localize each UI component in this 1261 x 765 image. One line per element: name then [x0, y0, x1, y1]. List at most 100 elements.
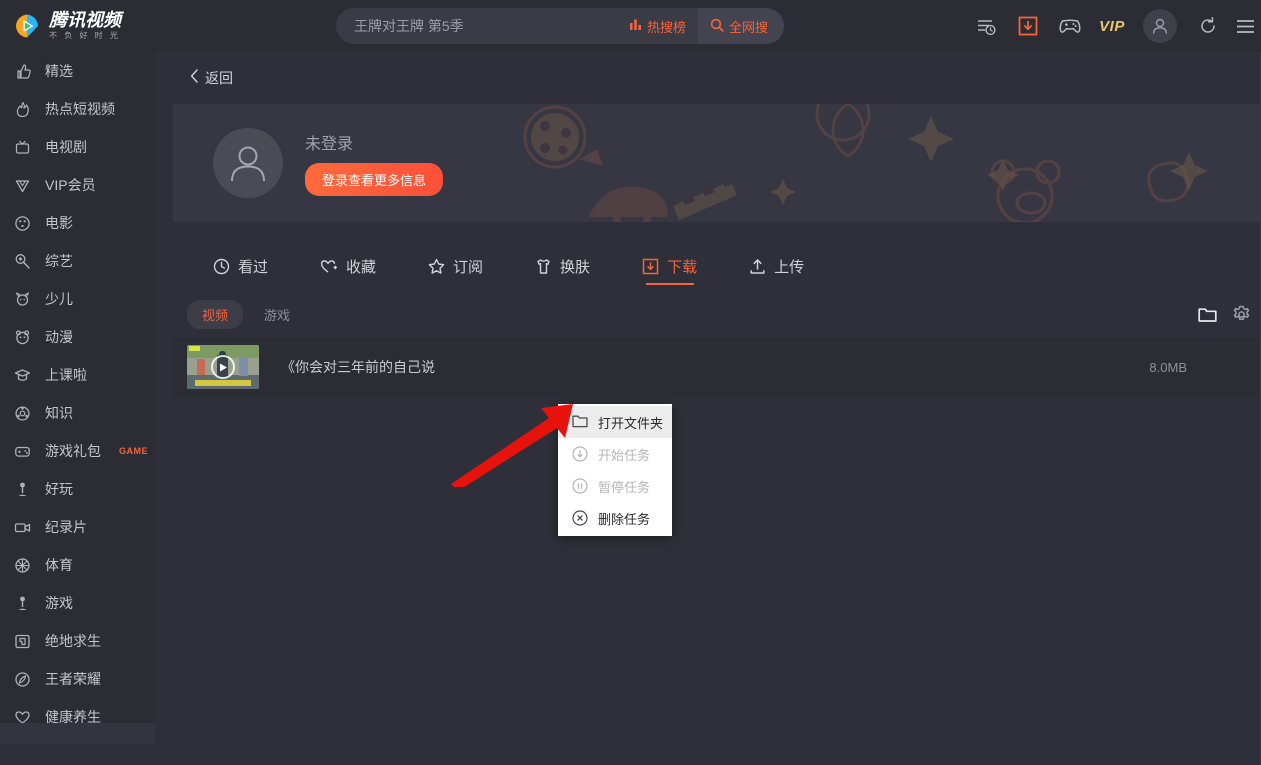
context-menu-item-label: 暂停任务	[598, 479, 651, 495]
sub-tabs-row: 视频 游戏	[173, 292, 1261, 337]
sidebar-item-label: 游戏	[45, 595, 73, 611]
upload-icon	[749, 258, 766, 275]
search-input[interactable]	[336, 18, 617, 34]
tab-3[interactable]: 换肤	[509, 240, 616, 292]
clock-icon	[213, 258, 230, 275]
sidebar-item-13[interactable]: 体育	[0, 546, 155, 584]
context-menu-item-1: 开始任务	[558, 438, 672, 470]
sidebar-item-label: 纪录片	[45, 519, 87, 535]
sidebar-item-15[interactable]: 绝地求生	[0, 622, 155, 660]
download-icon[interactable]	[1007, 0, 1049, 52]
context-menu-item-0[interactable]: 打开文件夹	[558, 406, 672, 438]
vip-button[interactable]: VIP	[1091, 0, 1133, 52]
child-icon	[14, 291, 31, 308]
top-bar: 腾讯视频 不 负 好 时 光 热搜榜 全网搜	[0, 0, 1261, 52]
joystick-icon	[14, 595, 31, 612]
video-thumbnail[interactable]	[187, 345, 259, 389]
folder-icon[interactable]	[1190, 298, 1224, 332]
sidebar-item-label: 精选	[45, 63, 73, 79]
sidebar-item-label: 知识	[45, 405, 73, 421]
all-search-button[interactable]: 全网搜	[697, 8, 784, 44]
tab-label: 上传	[774, 258, 805, 276]
pubg-icon	[14, 633, 31, 650]
vip-label: VIP	[1099, 17, 1125, 35]
sidebar-item-0[interactable]: 精选	[0, 52, 155, 90]
sidebar-item-2[interactable]: 电视剧	[0, 128, 155, 166]
login-button[interactable]: 登录查看更多信息	[305, 163, 444, 196]
subtab-0[interactable]: 视频	[187, 300, 244, 329]
folder-icon	[572, 414, 588, 430]
microphone-icon	[14, 253, 31, 270]
sidebar-item-badge: GAME	[119, 446, 148, 456]
sidebar-item-4[interactable]: 电影	[0, 204, 155, 242]
top-bar-icons: VIP	[965, 0, 1261, 52]
refresh-icon[interactable]	[1187, 0, 1229, 52]
video-camera-icon	[14, 519, 31, 536]
close-circle-icon	[572, 510, 588, 526]
hamburger-menu-icon[interactable]	[1229, 0, 1261, 52]
tab-5[interactable]: 上传	[723, 240, 830, 292]
context-menu-item-label: 打开文件夹	[598, 415, 664, 431]
basketball-icon	[14, 557, 31, 574]
sidebar-item-10[interactable]: 游戏礼包 GAME	[0, 432, 155, 470]
sidebar-item-1[interactable]: 热点短视频	[0, 90, 155, 128]
back-button[interactable]: 返回	[155, 52, 1261, 104]
gear-icon[interactable]	[1224, 298, 1258, 332]
back-label: 返回	[205, 70, 233, 86]
download-item-size: 8.0MB	[1149, 359, 1187, 375]
sidebar-item-label: 少儿	[45, 291, 73, 307]
context-menu-item-label: 开始任务	[598, 447, 651, 463]
sidebar-item-label: 游戏礼包	[45, 443, 101, 459]
tab-label: 下载	[667, 258, 698, 276]
gamepad-icon[interactable]	[1049, 0, 1091, 52]
tab-4[interactable]: 下载	[616, 240, 723, 292]
sidebar-item-3[interactable]: VIP会员	[0, 166, 155, 204]
film-reel-icon	[14, 215, 31, 232]
context-menu-item-2: 暂停任务	[558, 470, 672, 502]
sidebar-item-16[interactable]: 王者荣耀	[0, 660, 155, 698]
download-list-item[interactable]: 《你会对三年前的自己说 8.0MB	[173, 337, 1261, 397]
sidebar-item-6[interactable]: 少儿	[0, 280, 155, 318]
context-menu-item-3[interactable]: 删除任务	[558, 502, 672, 534]
sidebar-item-14[interactable]: 游戏	[0, 584, 155, 622]
tab-label: 收藏	[346, 258, 377, 276]
joystick-icon	[14, 481, 31, 498]
heart-plus-icon	[320, 258, 338, 275]
play-icon	[211, 355, 235, 379]
sidebar-item-9[interactable]: 知识	[0, 394, 155, 432]
sidebar-item-11[interactable]: 好玩	[0, 470, 155, 508]
logo-title: 腾讯视频	[49, 10, 121, 30]
pause-circle-icon	[572, 478, 588, 494]
logo-subtitle: 不 负 好 时 光	[49, 31, 121, 40]
thumbs-up-icon	[14, 63, 31, 80]
history-icon[interactable]	[965, 0, 1007, 52]
sidebar-item-8[interactable]: 上课啦	[0, 356, 155, 394]
sidebar-item-12[interactable]: 纪录片	[0, 508, 155, 546]
sidebar-item-7[interactable]: 动漫	[0, 318, 155, 356]
honor-of-kings-icon	[14, 671, 31, 688]
tab-2[interactable]: 订阅	[402, 240, 509, 292]
tab-label: 看过	[238, 258, 269, 276]
tab-1[interactable]: 收藏	[294, 240, 402, 292]
hot-search-button[interactable]: 热搜榜	[617, 8, 698, 44]
profile-avatar[interactable]	[213, 128, 283, 198]
subtab-1[interactable]: 游戏	[249, 300, 305, 329]
knowledge-icon	[14, 405, 31, 422]
sidebar-item-label: 动漫	[45, 329, 73, 345]
tab-label: 换肤	[560, 258, 591, 276]
download-box-icon	[642, 258, 659, 275]
panda-icon	[14, 329, 31, 346]
bar-chart-icon	[629, 18, 642, 34]
tab-0[interactable]: 看过	[187, 240, 294, 292]
download-item-title: 《你会对三年前的自己说	[281, 359, 435, 375]
star-icon	[428, 258, 445, 275]
download-circle-icon	[572, 446, 588, 462]
profile-banner: 未登录 登录查看更多信息	[173, 104, 1261, 222]
search-bar[interactable]: 热搜榜 全网搜	[336, 8, 784, 44]
sidebar-item-label: VIP会员	[45, 177, 96, 193]
sidebar-item-5[interactable]: 综艺	[0, 242, 155, 280]
search-icon	[710, 18, 724, 35]
tab-label: 订阅	[453, 258, 484, 276]
app-logo[interactable]: 腾讯视频 不 负 好 时 光	[0, 0, 155, 52]
avatar[interactable]	[1143, 9, 1177, 43]
